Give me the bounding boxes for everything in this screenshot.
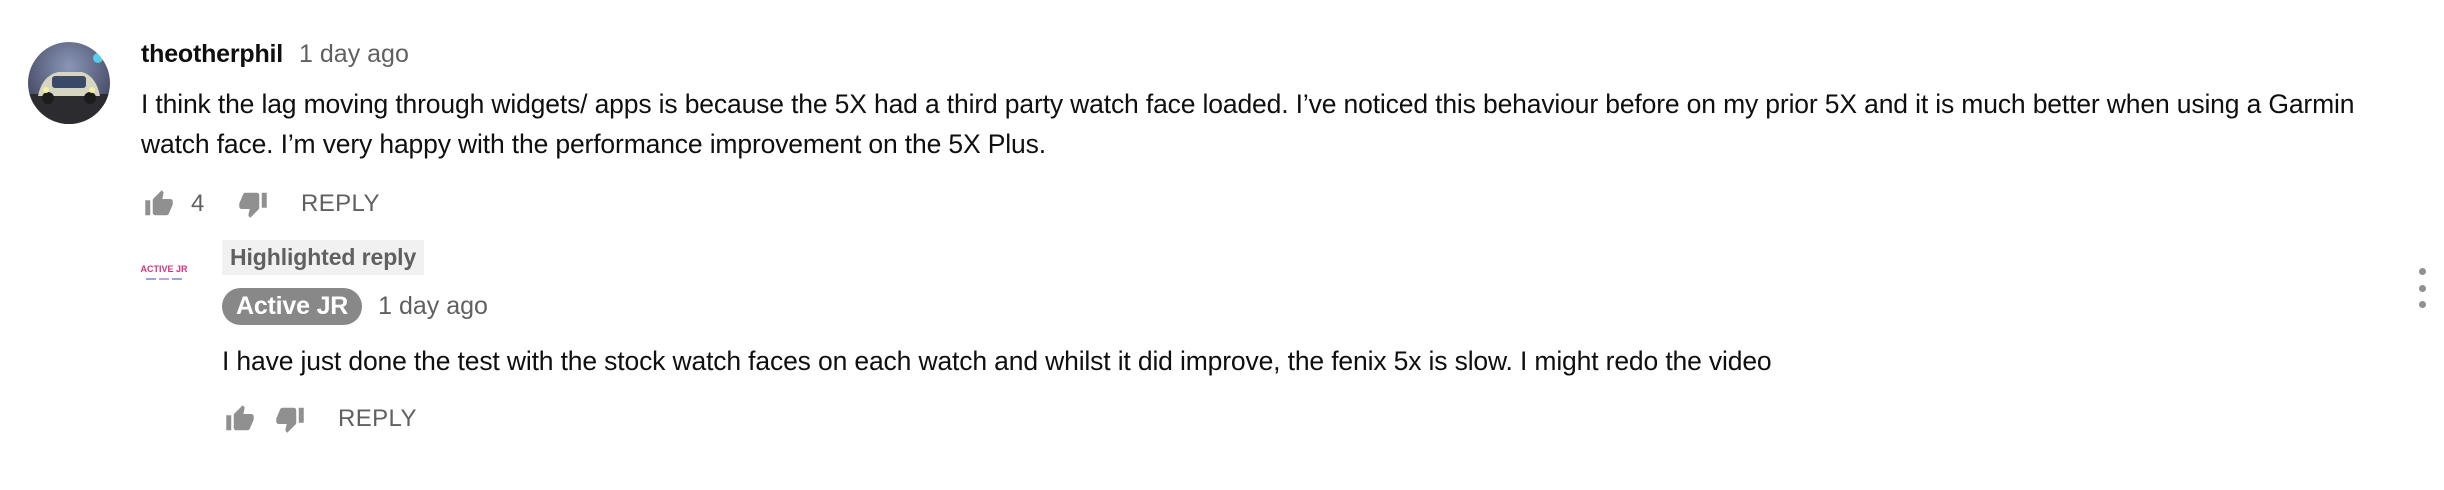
reply-like-button[interactable] [222, 401, 258, 437]
like-button[interactable] [141, 186, 177, 222]
svg-text:ACTIVE JR: ACTIVE JR [140, 264, 188, 274]
thumbs-down-icon [276, 407, 304, 433]
avatar[interactable] [28, 42, 110, 124]
thumbs-down-icon [239, 192, 267, 218]
reply-button[interactable]: REPLY [301, 190, 380, 218]
creator-author-badge[interactable]: Active JR [222, 287, 363, 325]
reply-timestamp[interactable]: 1 day ago [378, 292, 488, 321]
user-avatar-photo [28, 42, 110, 124]
comment-thread: theotherphil 1 day ago I think the lag m… [0, 0, 2444, 490]
comment-header: theotherphil 1 day ago [141, 40, 2371, 76]
reply-header: Active JR 1 day ago [222, 285, 2322, 327]
menu-dot [2418, 301, 2426, 308]
highlighted-reply-badge: Highlighted reply [222, 240, 425, 275]
comment-actions: 4 REPLY [141, 184, 2371, 224]
reply-reply-button[interactable]: REPLY [338, 405, 417, 433]
like-count: 4 [191, 190, 205, 217]
more-vert-icon[interactable] [2412, 268, 2432, 308]
reply-avatar[interactable]: ACTIVE JR [140, 250, 188, 298]
thumbs-up-icon [226, 405, 254, 431]
menu-dot [2418, 268, 2426, 275]
reply-text: I have just done the test with the stock… [222, 346, 1772, 376]
active-jr-logo: ACTIVE JR [140, 264, 188, 280]
timestamp[interactable]: 1 day ago [299, 40, 409, 69]
thumbs-up-icon [145, 190, 173, 216]
comment-body: theotherphil 1 day ago I think the lag m… [141, 40, 2371, 224]
reply-body: Highlighted reply Active JR 1 day ago I … [222, 240, 2322, 439]
reply-actions: REPLY [222, 399, 2322, 439]
dislike-button[interactable] [235, 186, 271, 222]
comment-text: I think the lag moving through widgets/ … [141, 89, 2355, 159]
author-name[interactable]: theotherphil [141, 40, 283, 69]
menu-dot [2418, 284, 2426, 292]
reply-dislike-button[interactable] [272, 401, 308, 437]
